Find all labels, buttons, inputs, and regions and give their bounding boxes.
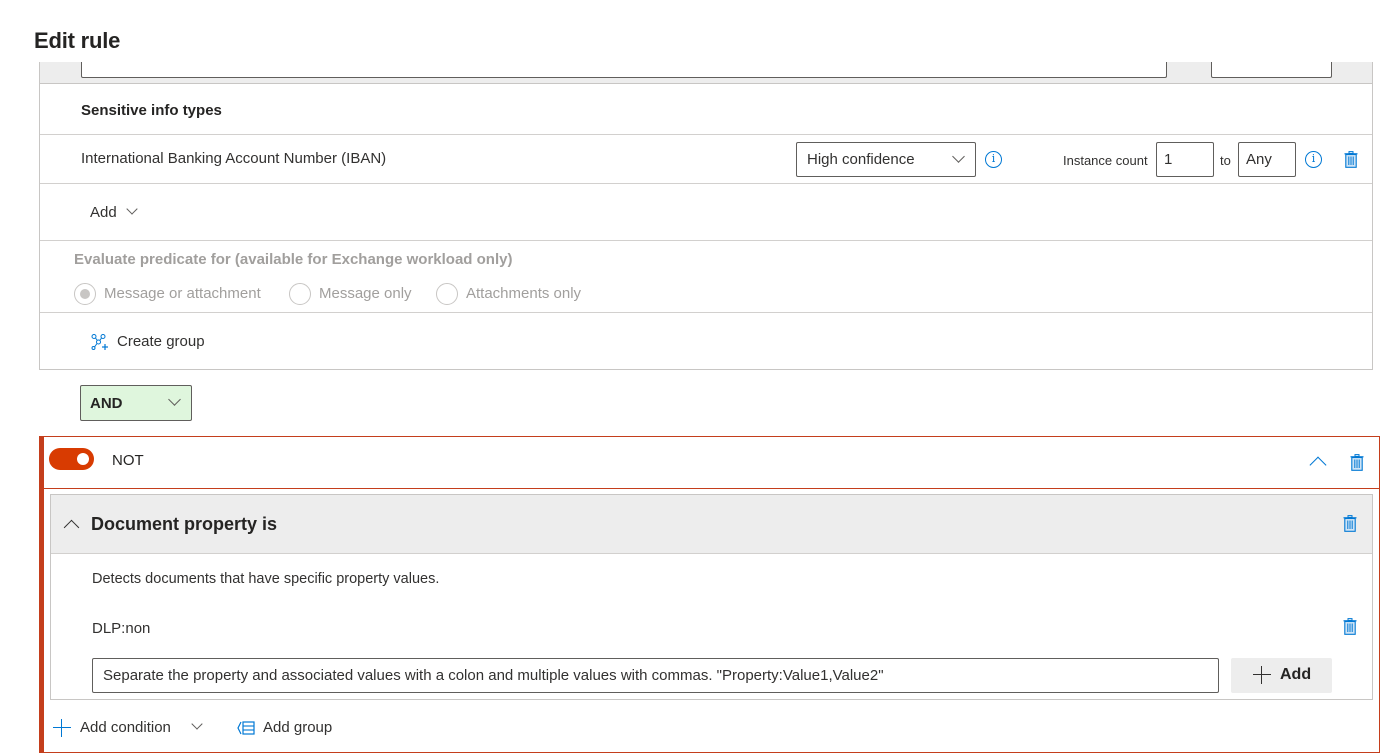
radio-label: Message or attachment — [104, 285, 261, 302]
info-icon[interactable]: i — [985, 151, 1002, 168]
property-input[interactable]: Separate the property and associated val… — [92, 658, 1219, 693]
previous-field[interactable] — [81, 62, 1167, 78]
document-property-condition: Document property is Detects documents t… — [50, 494, 1373, 700]
confidence-dropdown[interactable]: High confidence — [796, 142, 976, 177]
plus-icon — [1253, 666, 1271, 684]
delete-group-icon[interactable] — [1350, 454, 1364, 471]
logical-operator-dropdown[interactable]: AND — [80, 385, 192, 421]
create-group-row: Create group — [40, 313, 1372, 370]
condition-group-upper: Sensitive info types International Banki… — [39, 62, 1373, 370]
radio-circle — [289, 283, 311, 305]
confidence-value: High confidence — [807, 151, 915, 168]
add-dropdown-button[interactable]: Add — [90, 204, 117, 221]
chevron-up-icon[interactable] — [63, 519, 80, 536]
max-instance-count-input[interactable]: Any — [1238, 142, 1296, 177]
condition-description: Detects documents that have specific pro… — [92, 571, 440, 587]
evaluate-predicate-title: Evaluate predicate for (available for Ex… — [74, 251, 513, 268]
delete-icon[interactable] — [1344, 151, 1358, 168]
info-icon[interactable]: i — [1305, 151, 1322, 168]
operator-value: AND — [90, 395, 123, 412]
property-value-item: DLP:non — [92, 620, 151, 637]
not-condition-group: NOT Document property is Detects documen… — [39, 436, 1380, 753]
section-heading: Sensitive info types — [81, 102, 222, 119]
min-instance-count-input[interactable]: 1 — [1156, 142, 1214, 177]
add-sensitive-info-row: Add — [40, 184, 1372, 241]
add-property-button[interactable]: Add — [1231, 658, 1332, 693]
plus-icon — [53, 719, 71, 737]
not-label: NOT — [112, 452, 144, 469]
radio-circle — [436, 283, 458, 305]
delete-condition-icon[interactable] — [1343, 515, 1357, 532]
to-label: to — [1220, 153, 1231, 168]
delete-property-icon[interactable] — [1343, 618, 1357, 635]
sensitive-info-type-row: International Banking Account Number (IB… — [40, 135, 1372, 184]
chevron-up-icon[interactable] — [1309, 456, 1327, 474]
evaluate-predicate-section: Evaluate predicate for (available for Ex… — [40, 241, 1372, 313]
previous-field-secondary[interactable] — [1211, 62, 1332, 78]
chevron-down-icon — [168, 393, 181, 406]
create-group-icon — [91, 334, 108, 350]
previous-row-strip — [40, 62, 1372, 84]
chevron-down-icon — [952, 150, 965, 163]
not-group-header: NOT — [44, 437, 1379, 489]
sensitive-info-types-header: Sensitive info types — [40, 85, 1372, 135]
not-toggle[interactable] — [49, 448, 94, 470]
instance-count-label: Instance count — [1063, 153, 1148, 168]
group-footer-actions: Add condition Add group — [44, 713, 1379, 743]
add-group-icon — [237, 721, 255, 735]
add-property-label: Add — [1280, 666, 1312, 683]
radio-circle-selected — [74, 283, 96, 305]
add-group-button[interactable]: Add group — [263, 719, 332, 736]
chevron-down-icon — [191, 718, 203, 730]
condition-title: Document property is — [91, 514, 278, 534]
condition-header[interactable]: Document property is — [51, 495, 1372, 554]
chevron-down-icon — [126, 203, 138, 215]
add-condition-button[interactable]: Add condition — [80, 719, 171, 736]
page-title: Edit rule — [34, 28, 121, 53]
sensitive-info-type-name: International Banking Account Number (IB… — [81, 150, 387, 167]
radio-label: Attachments only — [466, 285, 582, 302]
create-group-label: Create group — [117, 333, 205, 350]
radio-label: Message only — [319, 285, 412, 302]
